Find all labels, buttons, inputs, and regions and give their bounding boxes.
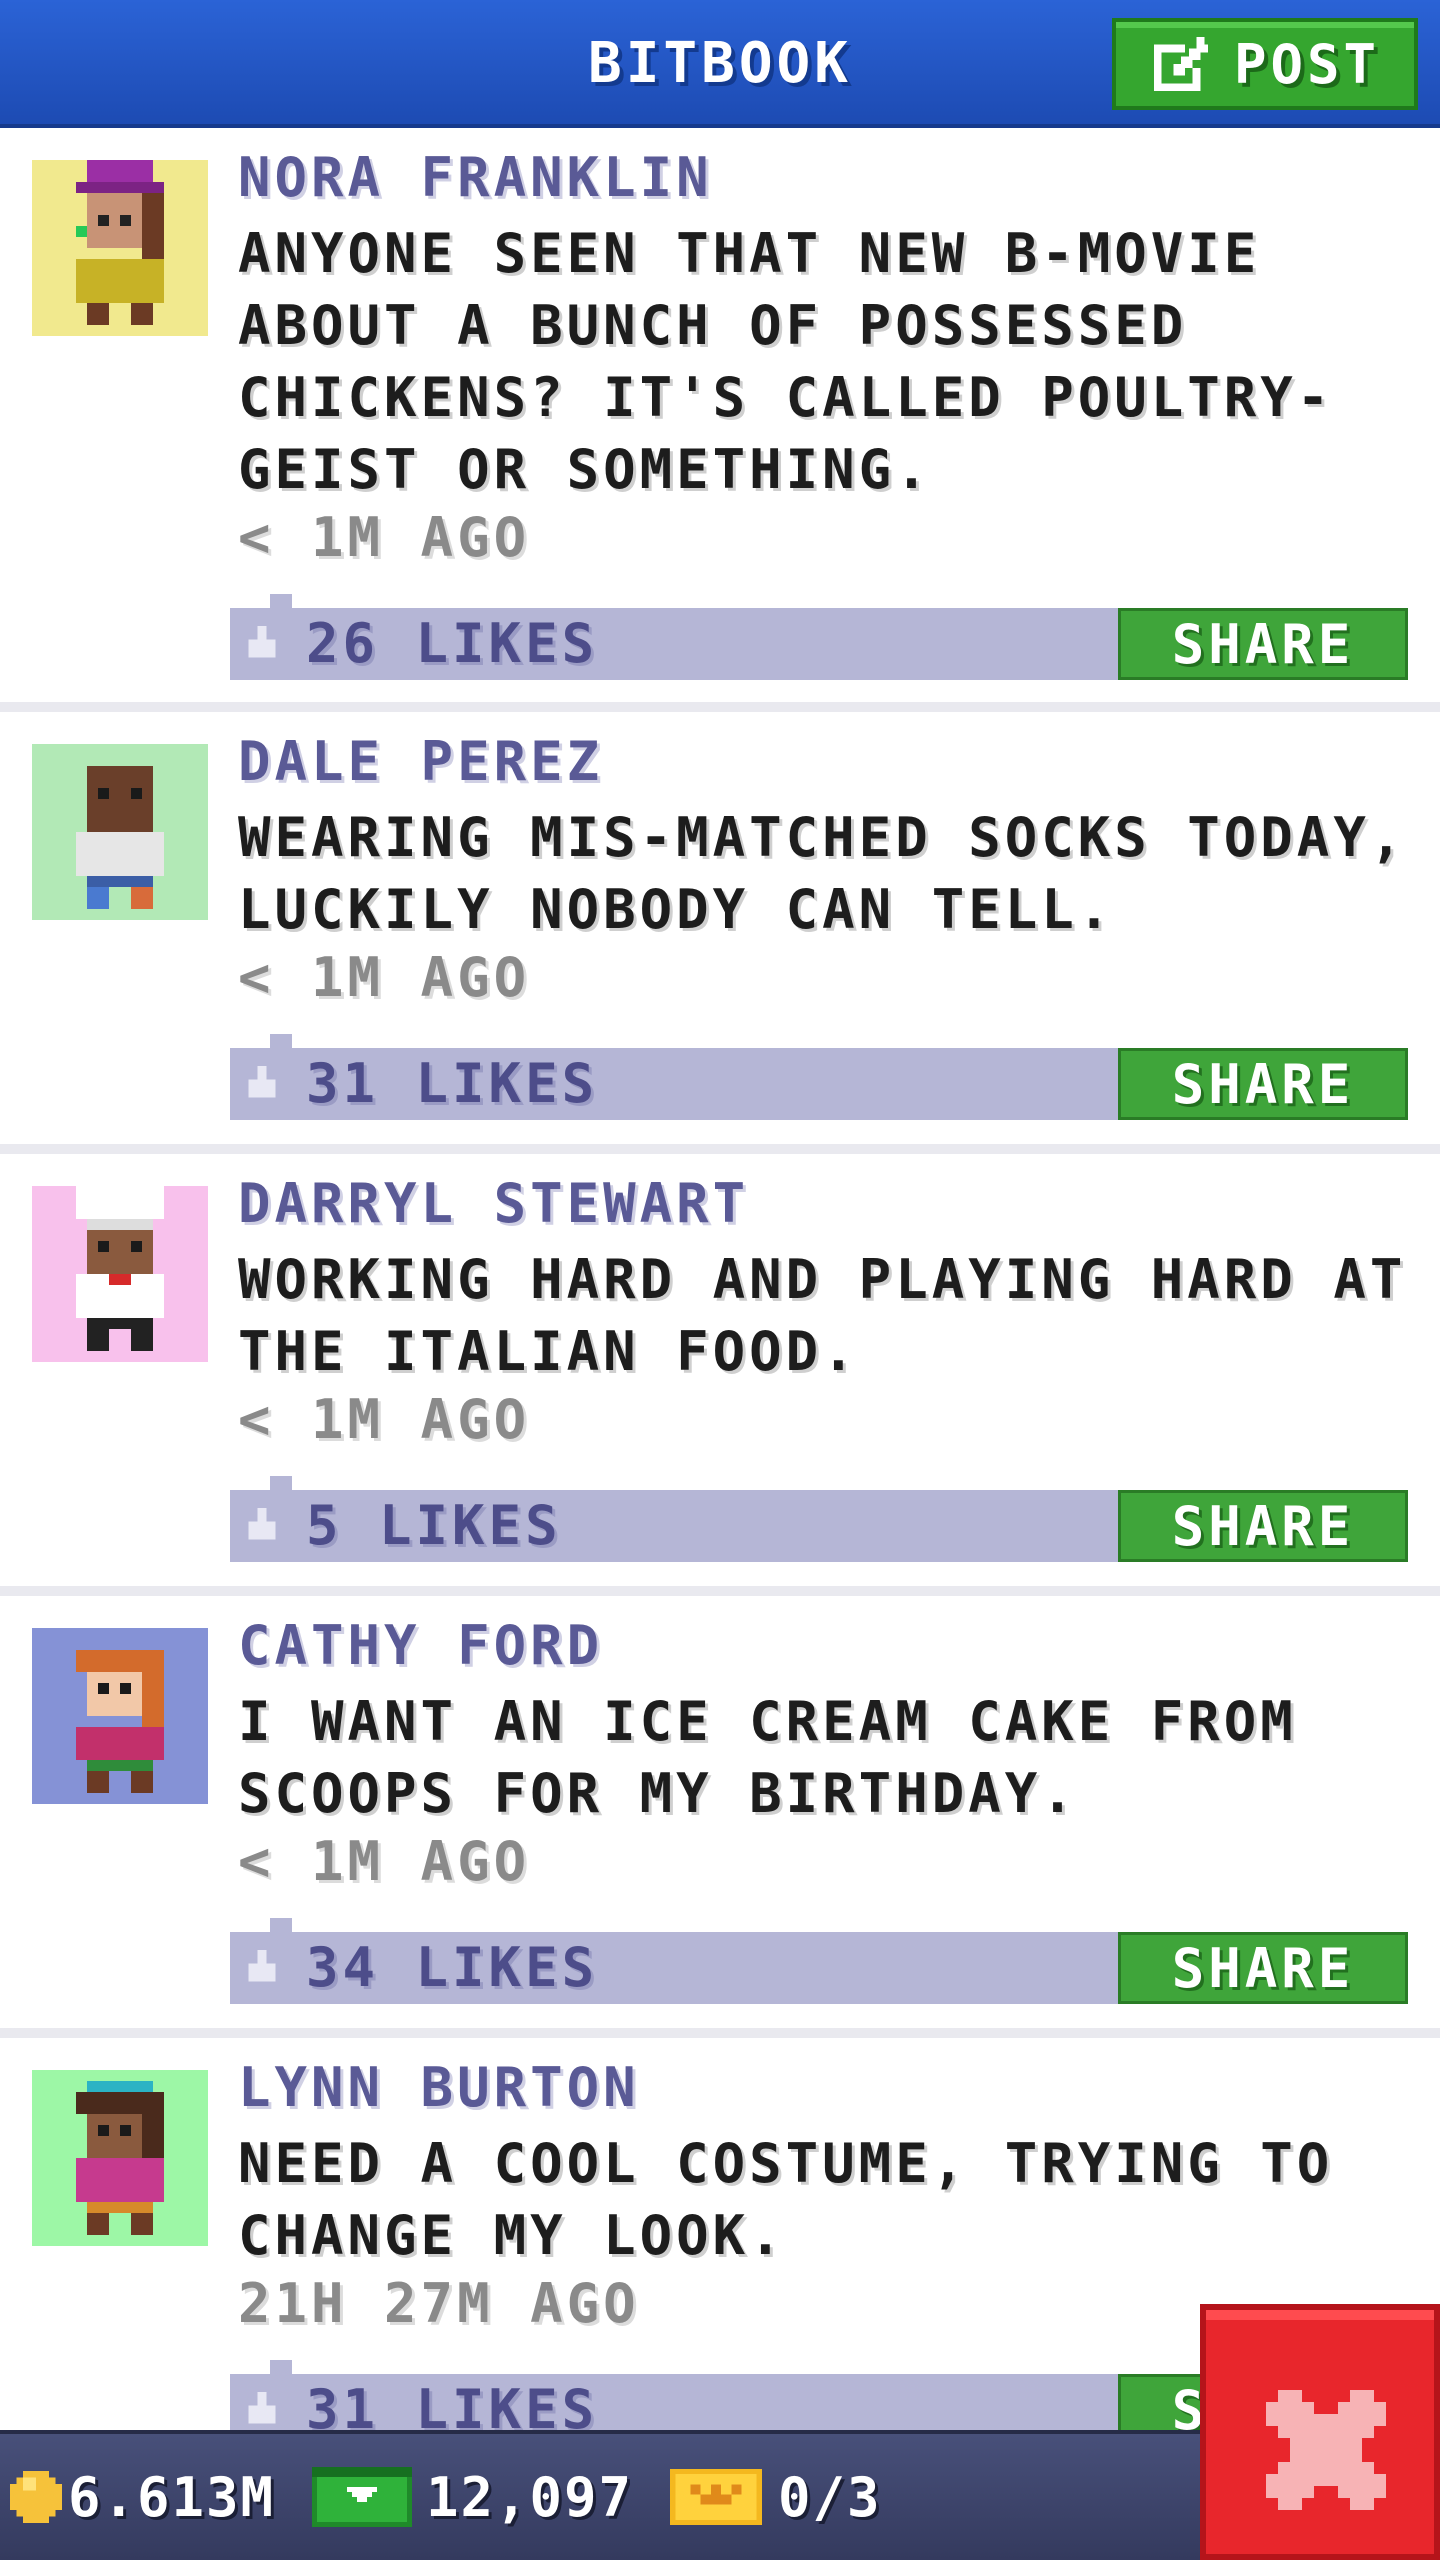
coins-stat: 6.613M: [10, 2434, 275, 2560]
thumb-up-icon[interactable]: [244, 1950, 280, 1986]
post-text: WORKING HARD AND PLAYING HARD AT THE ITA…: [238, 1248, 1407, 1383]
cash-icon: [312, 2467, 412, 2527]
tickets-stat: 0/3: [670, 2434, 882, 2560]
post-text: I WANT AN ICE CREAM CAKE FROM SCOOPS FOR…: [238, 1690, 1297, 1825]
likes-bar: 34 LIKES SHARE: [230, 1918, 1408, 2004]
likes-tab: [270, 2360, 292, 2374]
post-timestamp: 21H 27M AGO: [238, 2272, 640, 2335]
thumb-up-icon[interactable]: [244, 626, 280, 662]
close-icon: [1266, 2390, 1386, 2510]
post-card: DARRYL STEWART WORKING HARD AND PLAYING …: [0, 1154, 1440, 1586]
share-button[interactable]: SHARE: [1118, 608, 1408, 680]
likes-bar: 5 LIKES SHARE: [230, 1476, 1408, 1562]
ticket-icon: [670, 2469, 762, 2525]
post-card: CATHY FORD I WANT AN ICE CREAM CAKE FROM…: [0, 1596, 1440, 2028]
avatar: [32, 1186, 208, 1362]
bux-value: 12,097: [426, 2465, 634, 2529]
post-timestamp: < 1M AGO: [238, 1830, 531, 1893]
likes-count: 31 LIKES: [306, 1052, 599, 1115]
post-text: ANYONE SEEN THAT NEW B-MOVIE ABOUT A BUN…: [238, 222, 1334, 501]
likes-count: 5 LIKES: [306, 1494, 562, 1557]
likes-count: 34 LIKES: [306, 1936, 599, 1999]
likes-count: 31 LIKES: [306, 2378, 599, 2430]
post-text: WEARING MIS-MATCHED SOCKS TODAY, LUCKILY…: [238, 806, 1407, 941]
avatar: [32, 2070, 208, 2246]
post-timestamp: < 1M AGO: [238, 506, 531, 569]
post-card: NORA FRANKLIN ANYONE SEEN THAT NEW B-MOV…: [0, 128, 1440, 702]
tickets-value: 0/3: [778, 2465, 882, 2529]
likes-bar: 26 LIKES SHARE: [230, 594, 1408, 680]
post-card: DALE PEREZ WEARING MIS-MATCHED SOCKS TOD…: [0, 712, 1440, 1144]
coin-icon: [10, 2471, 62, 2523]
likes-tab: [270, 1918, 292, 1932]
avatar: [32, 1628, 208, 1804]
avatar: [32, 160, 208, 336]
likes-tab: [270, 594, 292, 608]
likes-count: 26 LIKES: [306, 612, 599, 675]
thumb-up-icon[interactable]: [244, 1066, 280, 1102]
thumb-up-icon[interactable]: [244, 1508, 280, 1544]
avatar: [32, 744, 208, 920]
bux-stat: 12,097: [312, 2434, 633, 2560]
post-text: NEED A COOL COSTUME, TRYING TO CHANGE MY…: [238, 2132, 1334, 2267]
top-bar: BITBOOK POST: [0, 0, 1440, 128]
post-timestamp: < 1M AGO: [238, 1388, 531, 1451]
post-author[interactable]: NORA FRANKLIN: [238, 146, 713, 209]
post-author[interactable]: DALE PEREZ: [238, 730, 603, 793]
likes-tab: [270, 1034, 292, 1048]
coins-value: 6.613M: [68, 2465, 276, 2529]
thumb-up-icon[interactable]: [244, 2392, 280, 2428]
post-author[interactable]: CATHY FORD: [238, 1614, 603, 1677]
feed[interactable]: NORA FRANKLIN ANYONE SEEN THAT NEW B-MOV…: [0, 128, 1440, 2430]
likes-tab: [270, 1476, 292, 1490]
close-button[interactable]: [1200, 2304, 1440, 2560]
share-button[interactable]: SHARE: [1118, 1048, 1408, 1120]
share-button[interactable]: SHARE: [1118, 1490, 1408, 1562]
post-button[interactable]: POST: [1112, 18, 1418, 110]
post-button-label: POST: [1233, 32, 1381, 96]
post-author[interactable]: DARRYL STEWART: [238, 1172, 749, 1235]
post-author[interactable]: LYNN BURTON: [238, 2056, 640, 2119]
post-timestamp: < 1M AGO: [238, 946, 531, 1009]
likes-bar: 31 LIKES SHARE: [230, 1034, 1408, 1120]
edit-icon: [1153, 36, 1209, 92]
share-button[interactable]: SHARE: [1118, 1932, 1408, 2004]
